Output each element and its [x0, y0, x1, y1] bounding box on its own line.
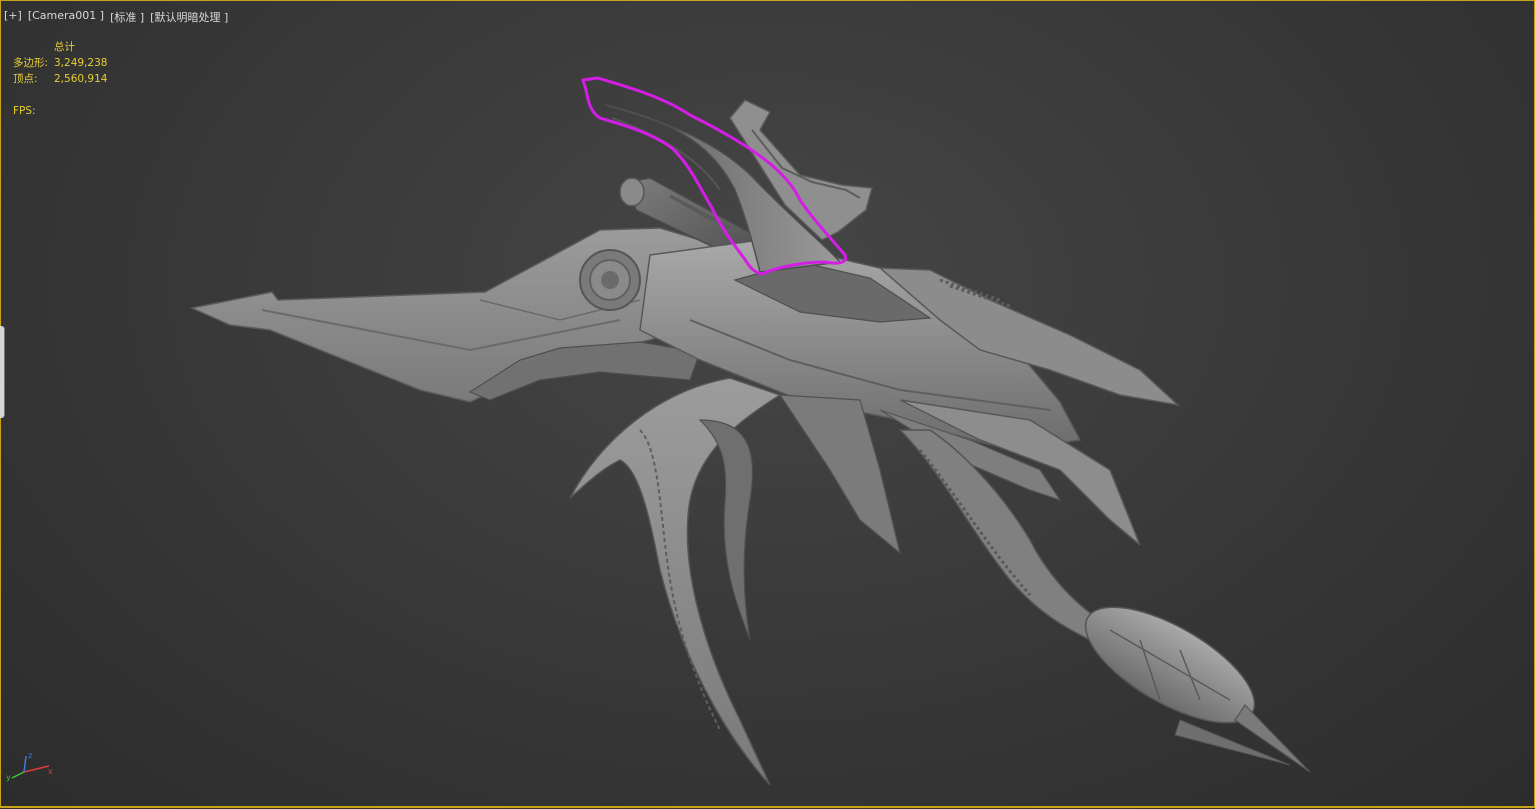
axis-gizmo: x z y	[6, 752, 53, 782]
axis-z-label: z	[28, 752, 32, 760]
axis-x-line	[23, 765, 50, 773]
stats-vertices-row: 顶点: 2,560,914	[13, 71, 107, 87]
vertices-value: 2,560,914	[54, 73, 108, 85]
stats-header-row: 总计	[13, 39, 107, 55]
stats-polygons-row: 多边形: 3,249,238	[13, 55, 107, 71]
side-panel-tab[interactable]	[0, 326, 4, 418]
stats-spacer	[13, 87, 107, 103]
polygons-value: 3,249,238	[54, 57, 108, 69]
viewport-label: [+] [Camera001 ] [标准 ] [默认明暗处理 ]	[4, 9, 228, 25]
stats-fps-row: FPS:	[13, 103, 107, 119]
polygons-label: 多边形:	[13, 57, 49, 69]
statistics-overlay: 总计 多边形: 3,249,238 顶点: 2,560,914 FPS:	[13, 39, 107, 119]
axis-y-label: y	[6, 773, 11, 782]
viewport-camera-menu[interactable]: [Camera001 ]	[28, 9, 104, 25]
axis-z-line	[23, 755, 27, 773]
axis-x-label: x	[48, 767, 53, 776]
left-legs	[569, 377, 782, 786]
axis-y-line	[11, 771, 25, 779]
left-wing	[189, 227, 721, 403]
viewport-shading-menu[interactable]: [默认明暗处理 ]	[150, 9, 228, 25]
stats-header: 总计	[54, 41, 75, 53]
vertices-label: 顶点:	[13, 73, 38, 85]
fps-label: FPS:	[13, 105, 36, 117]
viewport-render-mode-menu[interactable]: [标准 ]	[110, 9, 144, 25]
spaceship-model[interactable]	[0, 0, 1535, 809]
viewport-menu-plus[interactable]: [+]	[4, 9, 22, 25]
